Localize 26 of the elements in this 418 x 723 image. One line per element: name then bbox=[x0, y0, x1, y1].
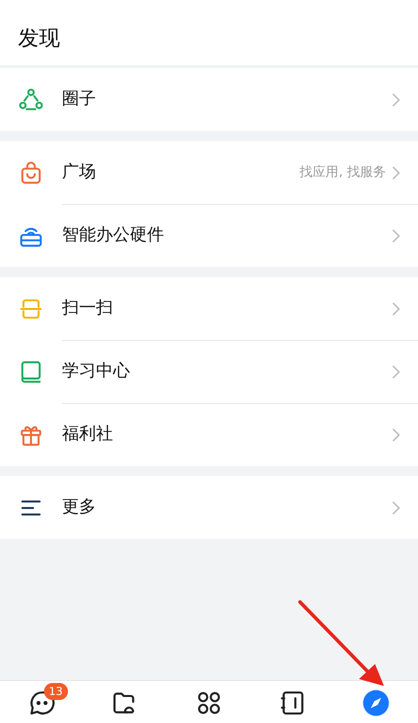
chevron-right-icon bbox=[392, 500, 400, 514]
item-label: 学习中心 bbox=[62, 360, 131, 383]
compass-icon bbox=[362, 689, 390, 717]
chevron-right-icon bbox=[392, 364, 400, 378]
chevron-right-icon bbox=[392, 228, 400, 242]
circle-nodes-icon bbox=[18, 86, 44, 112]
chevron-right-icon bbox=[392, 428, 400, 442]
chevron-right-icon bbox=[392, 92, 400, 106]
chevron-right-icon bbox=[392, 166, 400, 180]
item-label: 智能办公硬件 bbox=[62, 224, 165, 247]
chevron-right-icon bbox=[392, 302, 400, 316]
item-hint: 找应用, 找服务 bbox=[300, 164, 386, 182]
page-title: 发现 bbox=[18, 28, 60, 49]
unread-badge: 13 bbox=[44, 683, 68, 700]
item-label: 扫一扫 bbox=[62, 296, 114, 320]
menu-item[interactable]: 扫一扫 bbox=[0, 277, 418, 340]
menu-item[interactable]: 更多 bbox=[0, 476, 418, 539]
menu-item[interactable]: 福利社 bbox=[0, 403, 418, 466]
menu-item[interactable]: 智能办公硬件 bbox=[0, 204, 418, 267]
item-label: 福利社 bbox=[62, 422, 114, 446]
item-label: 广场 bbox=[62, 160, 97, 184]
menu-item[interactable]: 圈子 bbox=[0, 68, 418, 131]
menu-item[interactable]: 学习中心 bbox=[0, 340, 418, 403]
item-label: 圈子 bbox=[62, 88, 97, 111]
item-label: 更多 bbox=[62, 496, 97, 519]
menu-item[interactable]: 广场 找应用, 找服务 bbox=[0, 141, 418, 204]
